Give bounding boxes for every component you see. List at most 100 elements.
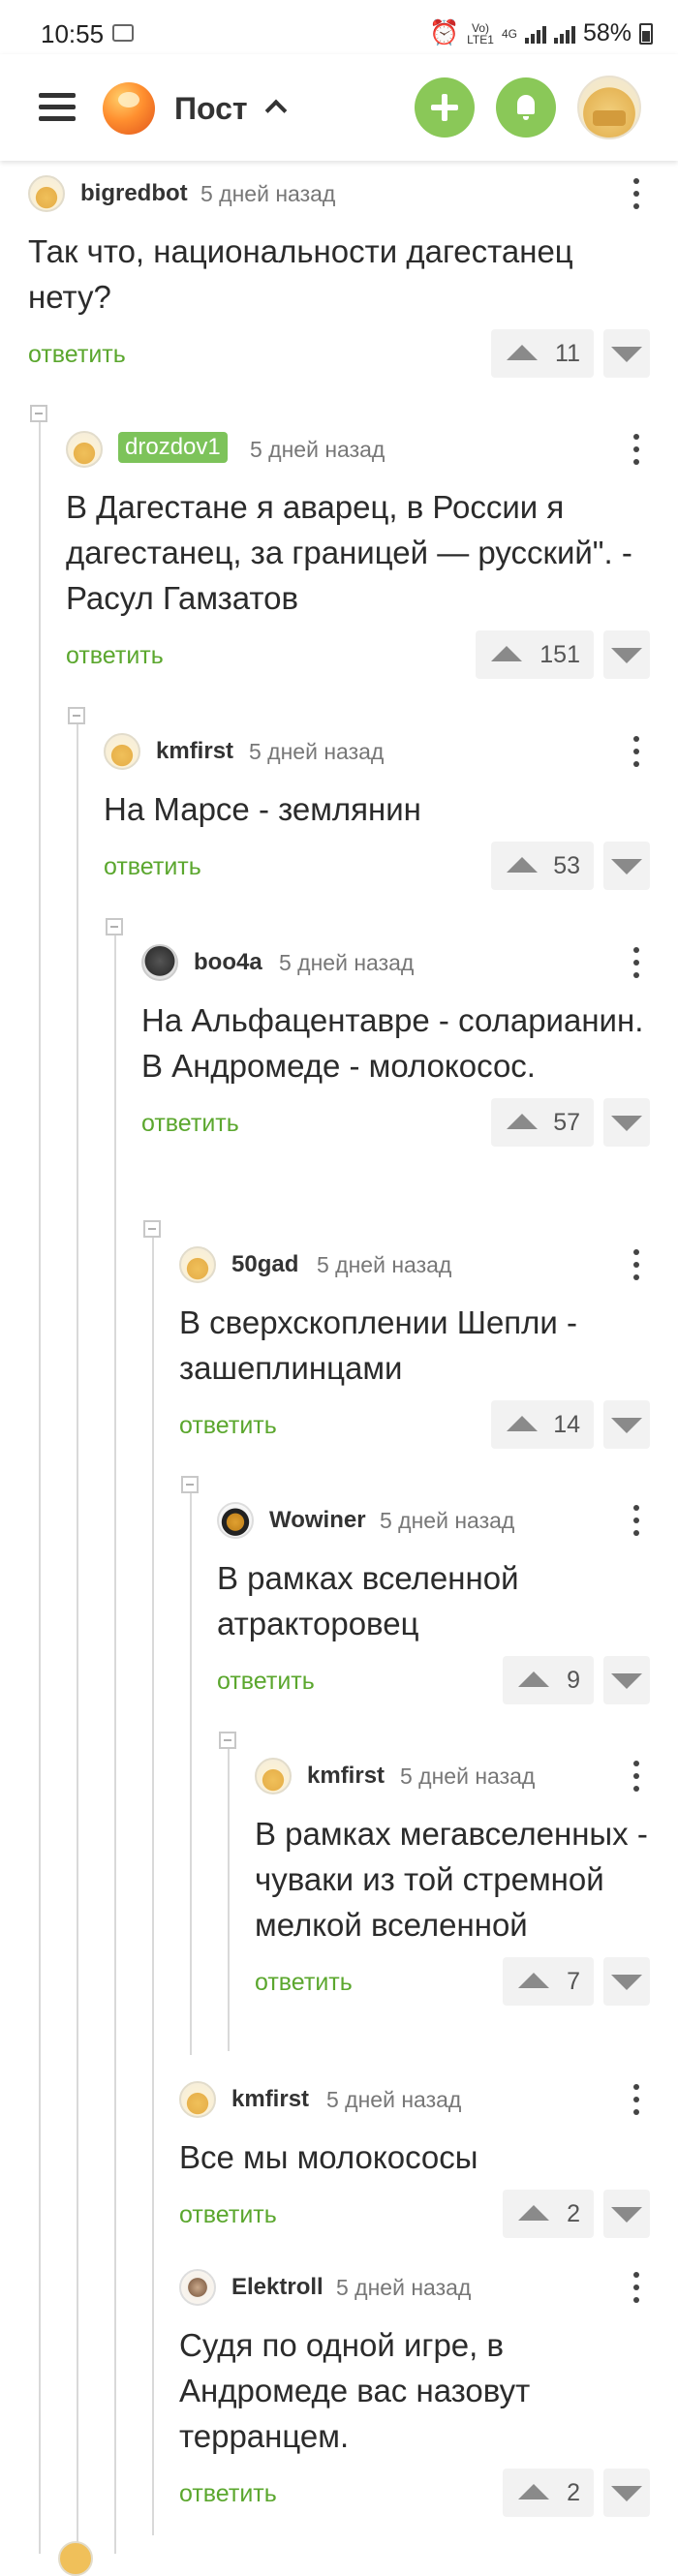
arrow-down-icon [611,2486,642,2501]
comment-text: На Марсе - землянин [104,791,421,827]
comment-author[interactable]: kmfirst [307,1763,385,1790]
arrow-down-icon [611,2207,642,2223]
add-post-button[interactable] [415,77,475,138]
downvote-button[interactable] [603,1400,650,1449]
thread-line[interactable] [152,1238,154,2535]
comment-author[interactable]: boo4a [194,949,262,976]
user-avatar[interactable] [217,1502,254,1539]
collapse-toggle[interactable] [68,707,85,724]
more-options-icon[interactable] [632,176,640,211]
comment-time: 5 дней назад [336,2275,472,2300]
comment-text: В сверхскоплении Шепли - зашеплинцами [179,1304,578,1386]
status-time: 10:55 [41,19,105,48]
carrier-label: Vo) LTE1 [467,20,494,46]
thread-line[interactable] [114,935,116,2554]
collapse-toggle[interactable] [106,918,123,935]
upvote-button[interactable]: 2 [503,2469,594,2517]
reply-link[interactable]: ответить [179,1412,277,1440]
downvote-button[interactable] [603,1098,650,1147]
upvote-button[interactable]: 57 [491,1098,594,1147]
comment-author[interactable]: Wowiner [269,1507,366,1534]
arrow-up-icon [507,1114,538,1129]
downvote-button[interactable] [603,842,650,890]
reply-link[interactable]: ответить [179,2480,277,2508]
reply-link[interactable]: ответить [179,2201,277,2229]
user-avatar[interactable] [28,175,65,212]
user-avatar[interactable] [179,2269,216,2306]
comment-text: В Дагестане я аварец, в России я дагеста… [66,489,632,616]
comment-time: 5 дней назад [200,181,336,206]
user-avatar[interactable] [179,1246,216,1283]
more-options-icon[interactable] [632,2082,640,2117]
more-options-icon[interactable] [632,1759,640,1794]
user-avatar[interactable] [104,733,140,770]
reply-link[interactable]: ответить [255,1969,353,1997]
arrow-up-icon [507,1416,538,1431]
comment-time: 5 дней назад [249,739,385,764]
downvote-button[interactable] [603,329,650,378]
comment: kmfirst 5 дней назад На Марсе - землянин… [104,730,650,890]
more-options-icon[interactable] [632,945,640,980]
comment-time: 5 дней назад [400,1763,536,1789]
collapse-toggle[interactable] [181,1476,199,1493]
upvote-button[interactable]: 53 [491,842,594,890]
profile-avatar[interactable] [577,76,641,139]
upvote-button[interactable]: 9 [503,1656,594,1704]
downvote-button[interactable] [603,1957,650,2006]
more-options-icon[interactable] [632,2270,640,2305]
vote-count: 57 [553,1108,580,1136]
reply-link[interactable]: ответить [104,853,201,881]
comment: boo4a 5 дней назад На Альфацентавре - со… [141,941,650,1147]
comment: kmfirst 5 дней назад В рамках мегавселен… [255,1755,650,2006]
vote-count: 14 [553,1410,580,1438]
menu-icon[interactable] [39,91,76,124]
comment-author[interactable]: Elektroll [231,2274,324,2301]
user-avatar[interactable] [66,431,103,468]
arrow-down-icon [611,1418,642,1433]
downvote-button[interactable] [603,2190,650,2238]
upvote-button[interactable]: 2 [503,2190,594,2238]
user-avatar[interactable] [141,944,178,981]
collapse-toggle[interactable] [219,1732,236,1749]
notifications-button[interactable] [496,77,556,138]
thread-line[interactable] [77,724,78,2554]
downvote-button[interactable] [603,630,650,679]
user-avatar[interactable] [179,2081,216,2118]
reply-link[interactable]: ответить [28,341,126,369]
page-title[interactable]: Пост [174,91,248,127]
comment-author[interactable]: drozdov1 [118,432,228,463]
status-bar: 10:55 ⏰ Vo) LTE1 4G 58% [0,0,678,54]
upvote-button[interactable]: 151 [476,630,594,679]
thread-line[interactable] [39,422,41,2554]
more-options-icon[interactable] [632,432,640,467]
chevron-up-icon[interactable] [264,99,288,122]
alarm-icon: ⏰ [429,19,460,46]
more-options-icon[interactable] [632,1247,640,1282]
user-avatar[interactable] [58,2541,93,2576]
reply-link[interactable]: ответить [141,1110,239,1138]
reply-link[interactable]: ответить [66,642,164,670]
user-avatar[interactable] [255,1758,292,1794]
comment-time: 5 дней назад [279,950,415,975]
upvote-button[interactable]: 11 [491,329,594,378]
comment-text: Все мы молокососы [179,2139,478,2175]
upvote-button[interactable]: 14 [491,1400,594,1449]
reply-link[interactable]: ответить [217,1668,315,1696]
comment-author[interactable]: bigredbot [80,180,188,207]
thread-line[interactable] [190,1493,192,2055]
thread-line[interactable] [228,1749,230,2051]
collapse-toggle[interactable] [30,405,47,422]
arrow-down-icon [611,1673,642,1689]
more-options-icon[interactable] [632,1503,640,1538]
comment-author[interactable]: 50gad [231,1251,298,1278]
network-type: 4G [501,26,517,41]
comment-author[interactable]: kmfirst [156,738,233,765]
collapse-toggle[interactable] [143,1220,161,1238]
arrow-up-icon [518,2205,549,2221]
downvote-button[interactable] [603,2469,650,2517]
more-options-icon[interactable] [632,734,640,769]
upvote-button[interactable]: 7 [503,1957,594,2006]
downvote-button[interactable] [603,1656,650,1704]
comment-author[interactable]: kmfirst [231,2086,309,2113]
app-logo[interactable] [103,82,155,135]
